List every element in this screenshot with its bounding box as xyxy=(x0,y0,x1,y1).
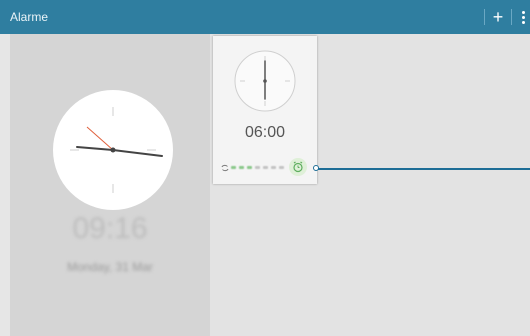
day-indicator xyxy=(279,166,284,169)
day-indicator xyxy=(247,166,252,169)
analog-clock-icon xyxy=(53,90,173,210)
day-indicator xyxy=(263,166,268,169)
repeat-days xyxy=(231,166,284,169)
current-time-panel: 09:16 Monday, 31 Mar xyxy=(10,34,210,336)
app-header: Alarme + xyxy=(0,0,530,34)
current-date: Monday, 31 Mar xyxy=(67,260,153,274)
header-actions: + xyxy=(478,0,530,34)
more-options-icon[interactable] xyxy=(518,10,528,24)
day-indicator xyxy=(255,166,260,169)
day-indicator xyxy=(231,166,236,169)
callout-line xyxy=(316,168,530,170)
callout-marker xyxy=(313,165,319,171)
alarm-time: 06:00 xyxy=(244,124,286,141)
day-indicator xyxy=(271,166,276,169)
header-divider xyxy=(511,9,512,25)
add-alarm-button[interactable]: + xyxy=(491,8,505,26)
alarm-toggle-button[interactable] xyxy=(289,158,307,176)
alarm-clock-face-icon xyxy=(234,50,296,112)
alarm-card[interactable]: 06:00 xyxy=(213,36,317,184)
header-divider xyxy=(484,9,485,25)
current-time: 09:16 xyxy=(72,212,148,245)
app-title: Alarme xyxy=(10,10,49,24)
day-indicator xyxy=(239,166,244,169)
alarm-clock-icon xyxy=(293,161,303,173)
repeat-icon xyxy=(221,164,229,172)
